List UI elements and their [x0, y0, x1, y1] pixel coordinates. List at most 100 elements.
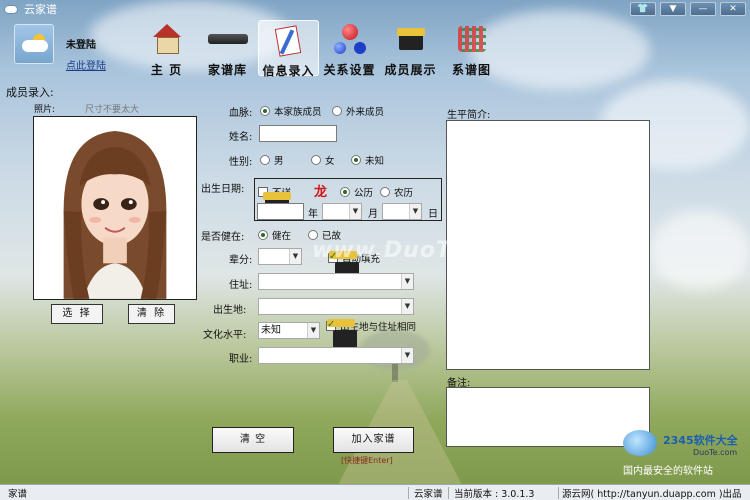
box-icon [393, 24, 429, 54]
main-nav: 主 页 家谱库 信息录入 关系设置 成员展示 系谱图 [136, 20, 502, 78]
birthplace-same-as-address-checkbox[interactable]: 出生地与住址相同 [326, 319, 416, 348]
bloodline-outsider-radio[interactable]: 外来成员 [332, 104, 384, 118]
corner-slogan: 国内最安全的软件站 [623, 466, 713, 477]
dropdown-icon[interactable]: ▼ [660, 2, 686, 16]
chevron-down-icon: ▼ [401, 348, 413, 363]
status-separator [448, 487, 449, 499]
year-unit: 年 [308, 209, 318, 220]
address-label: 住址: [229, 280, 253, 291]
background-cloud [650, 210, 750, 290]
occupation-select[interactable]: ▼ [258, 347, 414, 364]
bloodline-label: 血脉: [229, 108, 253, 119]
status-bar: 家谱 云家谱 当前版本 : 3.0.1.3 源云网( http://tanyun… [0, 484, 750, 500]
alive-label: 是否健在: [201, 232, 245, 243]
chevron-down-icon: ▼ [401, 274, 413, 289]
nav-label: 主 页 [150, 63, 183, 77]
corner-url: DuoTe.com [693, 448, 738, 457]
watermark-text: www.DuoTe.com [312, 238, 529, 263]
close-icon[interactable]: ✕ [720, 2, 746, 16]
user-area: 未登陆 点此登陆 [14, 24, 106, 72]
chevron-down-icon: ▼ [289, 249, 301, 264]
add-to-genealogy-button[interactable]: 加入家谱 [333, 427, 414, 453]
name-label: 姓名: [229, 132, 253, 143]
radio-icon [380, 187, 390, 197]
checkbox-icon [258, 187, 291, 214]
cartoon-girl-portrait [34, 117, 196, 299]
birth-year-input[interactable] [257, 203, 304, 220]
birth-day-select[interactable]: ▼ [382, 203, 422, 220]
nav-label: 系谱图 [451, 63, 491, 77]
radio-label: 公历 [354, 188, 374, 199]
corner-watermark: 2345软件大全 DuoTe.com 国内最安全的软件站 [615, 428, 750, 478]
nav-relationship-settings[interactable]: 关系设置 [319, 20, 380, 77]
nav-genealogy-library[interactable]: 家谱库 [197, 20, 258, 77]
chevron-down-icon: ▼ [409, 204, 421, 219]
member-photo [33, 116, 197, 300]
radio-icon [332, 106, 342, 116]
occupation-label: 职业: [229, 354, 253, 365]
status-separator [408, 487, 409, 499]
radio-icon [311, 155, 321, 165]
user-name: 未登陆 [66, 40, 96, 51]
gender-unknown-radio[interactable]: 未知 [351, 153, 384, 167]
chevron-down-icon: ▼ [401, 299, 413, 314]
minimize-icon[interactable]: — [690, 2, 716, 16]
weather-avatar-icon[interactable] [14, 24, 54, 64]
radio-selected-icon [351, 155, 361, 165]
section-title: 成员录入: [6, 86, 54, 99]
photo-hint: 尺寸不要太大 [85, 105, 140, 115]
radio-label: 农历 [394, 188, 414, 199]
education-select[interactable]: 未知 ▼ [258, 322, 320, 339]
generation-select[interactable]: ▼ [258, 248, 302, 265]
birthplace-select[interactable]: ▼ [258, 298, 414, 315]
birthdate-label: 出生日期: [201, 184, 245, 195]
nav-family-tree[interactable]: 系谱图 [441, 20, 502, 77]
radio-selected-icon [340, 187, 350, 197]
tshirt-icon[interactable]: 👕 [630, 2, 656, 16]
checkbox-checked-icon [326, 319, 357, 348]
radio-label: 健在 [272, 231, 292, 242]
calendar-lunar-radio[interactable]: 农历 [380, 185, 413, 199]
gender-female-radio[interactable]: 女 [311, 153, 335, 167]
status-separator [558, 487, 559, 499]
birthdate-unknown-checkbox[interactable]: 不详 [258, 185, 291, 214]
radio-label: 女 [325, 156, 335, 167]
nav-info-entry[interactable]: 信息录入 [258, 20, 319, 78]
cloud-app-icon [4, 3, 18, 15]
bloodline-family-radio[interactable]: 本家族成员 [260, 104, 322, 118]
alive-yes-radio[interactable]: 健在 [258, 228, 291, 242]
title-bar: 云家谱 👕 ▼ — ✕ [0, 0, 750, 18]
clear-form-button[interactable]: 清 空 [212, 427, 294, 453]
birth-month-select[interactable]: ▼ [322, 203, 362, 220]
window-title: 云家谱 [24, 3, 57, 16]
corner-brand: 2345软件大全 [663, 434, 738, 447]
month-unit: 月 [368, 209, 378, 220]
cards-icon [271, 25, 307, 55]
name-input[interactable] [259, 125, 337, 142]
status-app: 云家谱 [414, 489, 443, 500]
login-link[interactable]: 点此登陆 [66, 57, 106, 72]
generation-label: 辈分: [229, 255, 253, 266]
clear-photo-button[interactable]: 清 除 [128, 304, 175, 324]
radio-label: 未知 [365, 156, 385, 167]
education-label: 文化水平: [203, 330, 247, 341]
nav-label: 成员展示 [384, 63, 437, 77]
radio-label: 男 [274, 156, 284, 167]
nav-label: 家谱库 [207, 63, 247, 77]
radio-selected-icon [260, 106, 270, 116]
house-icon [149, 24, 185, 54]
radio-label: 本家族成员 [274, 107, 322, 118]
education-value: 未知 [261, 325, 281, 336]
gender-male-radio[interactable]: 男 [260, 153, 284, 167]
nav-home[interactable]: 主 页 [136, 20, 197, 77]
radio-icon [260, 155, 270, 165]
address-select[interactable]: ▼ [258, 273, 414, 290]
calendar-solar-radio[interactable]: 公历 [340, 185, 373, 199]
status-version: 当前版本 : 3.0.1.3 [454, 489, 535, 500]
birthplace-label: 出生地: [213, 305, 247, 316]
status-publisher: 源云网( http://tanyun.duapp.com )出品 [562, 489, 742, 500]
nav-member-display[interactable]: 成员展示 [380, 20, 441, 77]
zodiac-label: 龙 [314, 185, 328, 200]
chevron-down-icon: ▼ [349, 204, 361, 219]
select-photo-button[interactable]: 选 择 [51, 304, 103, 324]
